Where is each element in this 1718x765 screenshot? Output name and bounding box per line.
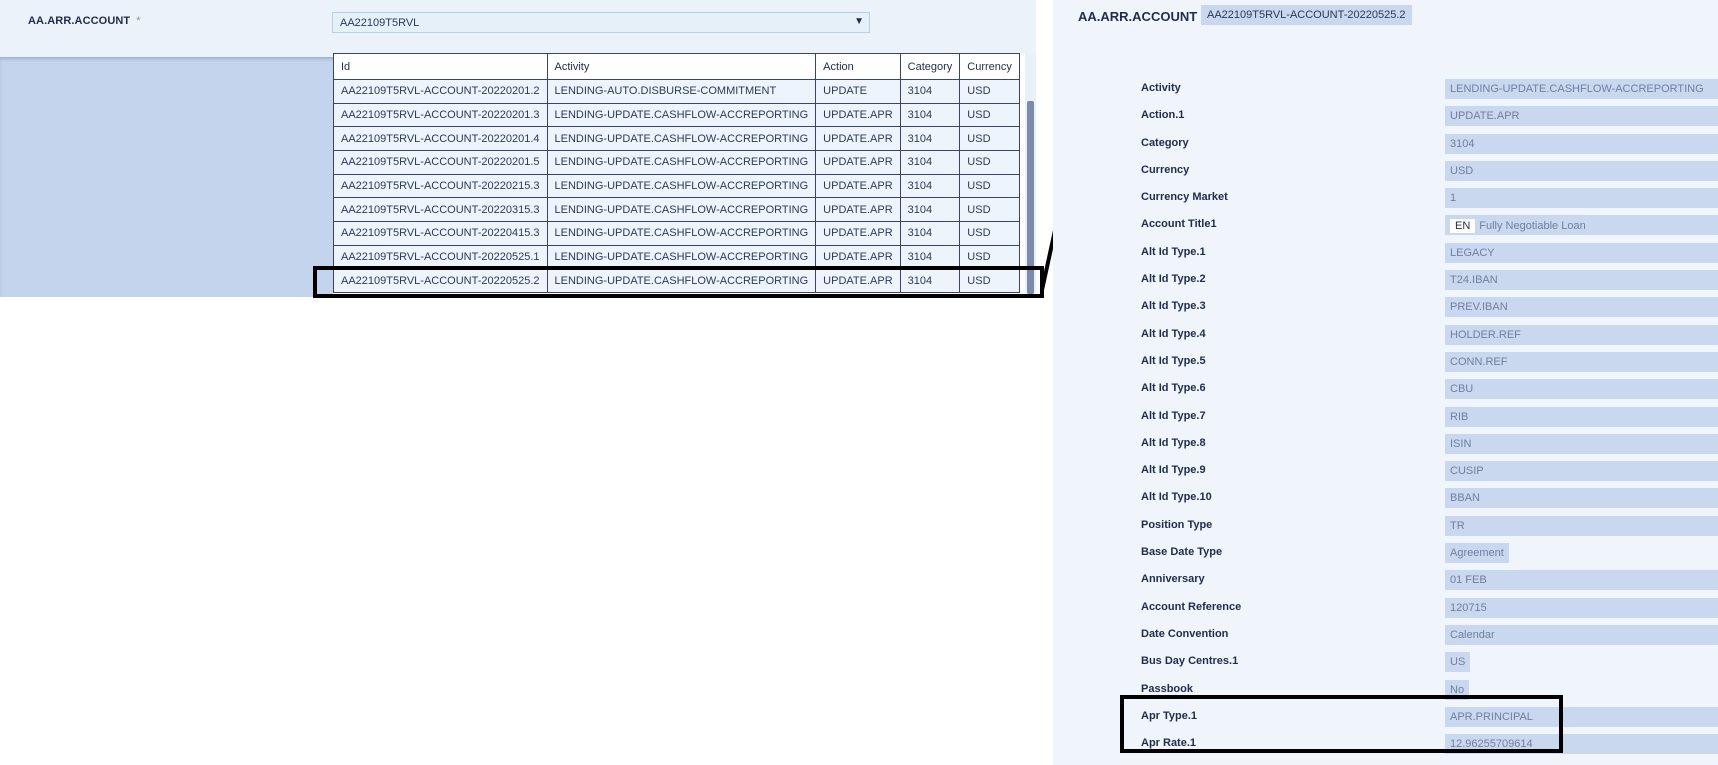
field-row-account-title: Account Title1 EN Fully Negotiable Loan [1053,212,1718,239]
field-label: Alt Id Type.5 [1141,354,1206,367]
field-value: Fully Negotiable Loan [1479,220,1586,233]
field-row-alt-id-8: Alt Id Type.8 ISIN [1053,431,1718,458]
field-row-anniversary: Anniversary 01 FEB [1053,567,1718,594]
language-tag: EN [1450,219,1476,234]
field-value: 01 FEB [1445,570,1718,591]
field-row-alt-id-6: Alt Id Type.6 CBU [1053,376,1718,403]
record-id-badge: AA22109T5RVL-ACCOUNT-20220525.2 [1201,5,1412,25]
field-value: 1 [1445,188,1718,209]
field-value: ISIN [1445,433,1718,454]
field-row-alt-id-2: Alt Id Type.2 T24.IBAN [1053,267,1718,294]
field-label: Activity [1141,82,1181,94]
field-value: T24.IBAN [1445,270,1718,291]
field-value: Agreement [1445,543,1509,564]
record-detail-panel: AA.ARR.ACCOUNT AA22109T5RVL-ACCOUNT-2022… [1053,0,1718,765]
field-row-alt-id-5: Alt Id Type.5 CONN.REF [1053,349,1718,376]
field-label: Alt Id Type.10 [1141,491,1212,504]
field-row-currency: Currency USD [1053,158,1718,185]
field-row-action: Action.1 UPDATE.APR [1053,103,1718,130]
field-label: Date Convention [1141,627,1229,640]
field-value: LENDING-UPDATE.CASHFLOW-ACCREPORTING [1445,79,1718,99]
field-value: Calendar [1445,624,1718,645]
field-row-alt-id-10: Alt Id Type.10 BBAN [1053,485,1718,512]
field-row-category: Category 3104 [1053,131,1718,158]
field-row-activity: Activity LENDING-UPDATE.CASHFLOW-ACCREPOR… [1053,76,1718,103]
field-label: Alt Id Type.2 [1141,273,1206,286]
field-row-alt-id-9: Alt Id Type.9 CUSIP [1053,458,1718,485]
field-label: Anniversary [1141,573,1205,586]
field-label: Currency Market [1141,191,1228,204]
field-label: Passbook [1141,682,1193,695]
field-value: 120715 [1445,597,1718,618]
field-label: Alt Id Type.4 [1141,327,1206,340]
field-label: Account Title1 [1141,218,1217,231]
field-label: Alt Id Type.3 [1141,300,1206,313]
field-value: CONN.REF [1445,351,1718,372]
field-value: USD [1445,160,1718,181]
field-value: US [1445,652,1471,673]
field-value: TR [1445,515,1718,536]
field-label: Category [1141,136,1189,149]
field-row-alt-id-3: Alt Id Type.3 PREV.IBAN [1053,294,1718,321]
field-value: PREV.IBAN [1445,297,1718,318]
field-label: Base Date Type [1141,546,1223,559]
field-label: Alt Id Type.7 [1141,409,1206,422]
field-value: 3104 [1445,133,1718,154]
field-row-base-date-type: Base Date Type Agreement [1053,540,1718,567]
field-row-alt-id-7: Alt Id Type.7 RIB [1053,404,1718,431]
field-row-position-type: Position Type TR [1053,513,1718,540]
field-row-account-reference: Account Reference 120715 [1053,595,1718,622]
record-title: AA.ARR.ACCOUNT [1078,9,1198,24]
field-label: Alt Id Type.6 [1141,382,1206,395]
field-label: Alt Id Type.9 [1141,464,1206,477]
field-value: CBU [1445,379,1718,400]
field-value: BBAN [1445,488,1718,509]
field-value: LEGACY [1445,242,1718,263]
field-label: Currency [1141,163,1190,176]
field-value-multilang: EN Fully Negotiable Loan [1445,215,1718,236]
apr-fields-highlight [1120,695,1563,753]
field-value: CUSIP [1445,461,1718,482]
field-label: Alt Id Type.1 [1141,245,1206,258]
field-label: Alt Id Type.8 [1141,436,1206,449]
field-row-date-convention: Date Convention Calendar [1053,622,1718,649]
field-row-currency-market: Currency Market 1 [1053,185,1718,212]
field-label: Account Reference [1141,600,1242,613]
field-label: Position Type [1141,518,1213,531]
field-row-alt-id-4: Alt Id Type.4 HOLDER.REF [1053,322,1718,349]
field-label: Bus Day Centres.1 [1141,655,1239,668]
field-value: UPDATE.APR [1445,106,1718,127]
field-label: Action.1 [1141,109,1185,122]
field-row-alt-id-1: Alt Id Type.1 LEGACY [1053,240,1718,267]
field-row-bus-day-centres: Bus Day Centres.1 US [1053,649,1718,676]
record-field-list: Activity LENDING-UPDATE.CASHFLOW-ACCREPOR… [1053,76,1718,758]
field-value: RIB [1445,406,1718,427]
field-value: HOLDER.REF [1445,324,1718,345]
